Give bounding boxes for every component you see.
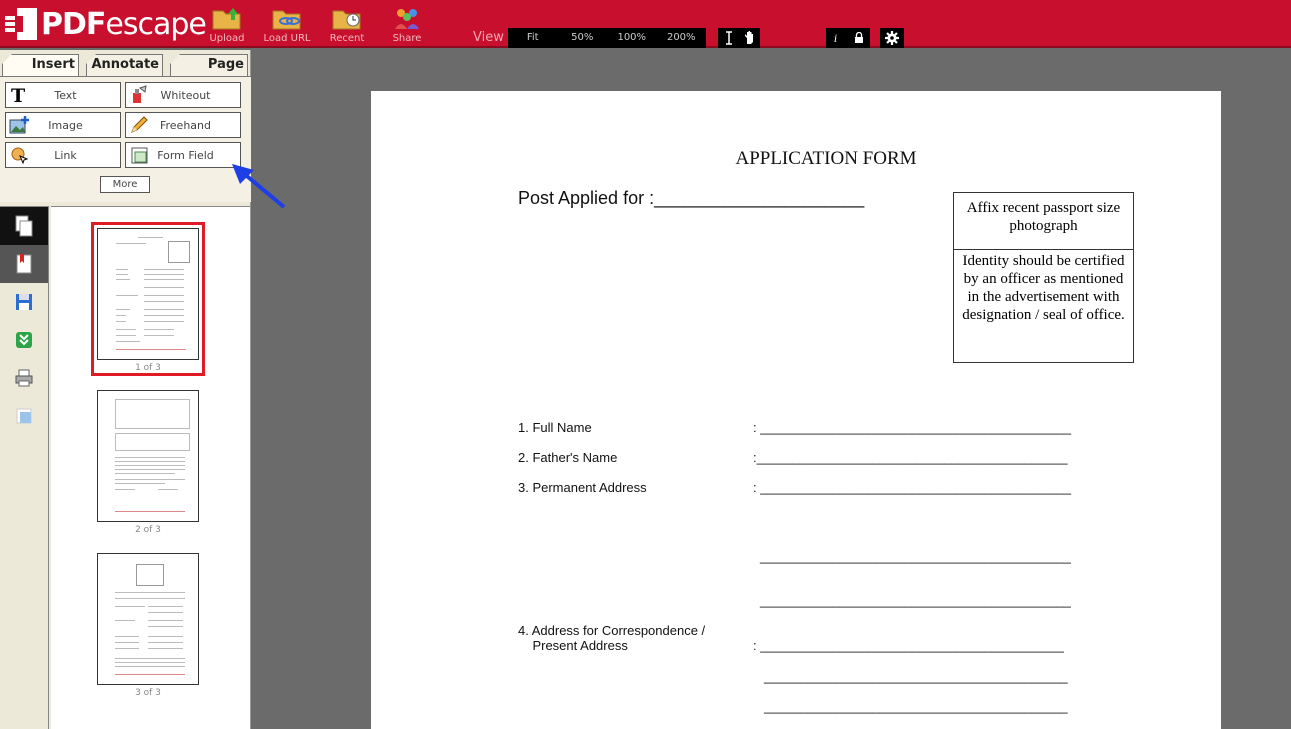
recent-button[interactable]: Recent xyxy=(317,5,377,44)
download-button[interactable] xyxy=(0,321,48,359)
form-field-icon xyxy=(127,143,151,167)
view-label: View xyxy=(473,30,504,45)
insert-tools: T Text Whiteout Image Freehand Link Form… xyxy=(0,76,251,202)
gear-icon xyxy=(885,31,899,45)
print-button[interactable] xyxy=(0,359,48,397)
info-button[interactable]: i xyxy=(826,28,848,48)
present-address-label: Present Address xyxy=(518,638,628,653)
fathers-name-label: 2. Father's Name xyxy=(518,450,618,465)
users-icon xyxy=(395,9,419,29)
upload-button[interactable]: Upload xyxy=(197,5,257,44)
pdf-page[interactable]: APPLICATION FORM Post Applied for :_____… xyxy=(371,91,1221,729)
whiteout-tool-button[interactable]: Whiteout xyxy=(125,82,241,108)
side-icon-strip xyxy=(0,206,49,729)
tab-annotate[interactable]: Annotate xyxy=(86,54,163,76)
tab-page[interactable]: Page xyxy=(170,54,248,76)
image-plus-icon xyxy=(7,113,31,137)
correspondence-address-line-3: ________________________________________… xyxy=(764,699,1068,714)
save-button[interactable] xyxy=(0,283,48,321)
full-name-label: 1. Full Name xyxy=(518,420,592,435)
text-select-tool[interactable] xyxy=(718,28,739,48)
thumbnail-label: 2 of 3 xyxy=(135,525,161,535)
identity-instruction: Identity should be certified by an offic… xyxy=(962,253,1125,323)
page-size-button[interactable] xyxy=(0,397,48,435)
cursor-tools xyxy=(718,28,760,48)
zoom-50-button[interactable]: 50% xyxy=(558,28,608,48)
full-name-line: : ______________________________________… xyxy=(753,420,1072,435)
hand-icon xyxy=(744,31,753,44)
text-t-icon: T xyxy=(7,83,31,107)
folder-clock-icon xyxy=(332,10,361,30)
top-toolbar: PDFescape Upload Load URL Recent Share V… xyxy=(0,0,1291,48)
post-applied-field: Post Applied for :_____________________ xyxy=(518,188,865,208)
thumbnail-label: 3 of 3 xyxy=(135,688,161,698)
photo-box: Affix recent passport size photograph Id… xyxy=(953,192,1134,363)
hand-tool[interactable] xyxy=(739,28,760,48)
thumbnail-image xyxy=(97,228,199,360)
pointer-arrow-icon xyxy=(232,164,286,209)
printer-icon xyxy=(15,369,33,387)
correspondence-address-label: 4. Address for Correspondence / xyxy=(518,623,706,638)
pages-icon xyxy=(15,215,33,237)
link-cursor-icon xyxy=(7,143,31,167)
permanent-address-line-3: ________________________________________… xyxy=(760,593,1071,608)
page-thumbnail-2[interactable]: 2 of 3 xyxy=(91,387,205,535)
download-arrows-icon xyxy=(16,332,32,348)
left-panel: Insert Annotate Page T Text Whiteout Ima… xyxy=(0,50,251,729)
zoom-200-button[interactable]: 200% xyxy=(657,28,707,48)
pages-view-button[interactable] xyxy=(0,207,48,245)
bookmarks-view-button[interactable] xyxy=(0,245,48,283)
text-tool-button[interactable]: T Text xyxy=(5,82,121,108)
page-thumbnail-1[interactable]: 1 of 3 xyxy=(91,222,205,376)
correspondence-address-line-1: : ______________________________________… xyxy=(753,638,1064,653)
zoom-controls: Fit 50% 100% 200% xyxy=(508,28,706,48)
folder-link-icon xyxy=(272,10,301,30)
form-field-tool-button[interactable]: Form Field xyxy=(125,142,241,168)
permanent-address-line-2: ________________________________________… xyxy=(760,549,1071,564)
pdfescape-logo[interactable]: PDFescape xyxy=(3,4,207,44)
document-title: APPLICATION FORM xyxy=(735,148,917,169)
svg-text:T: T xyxy=(11,85,25,105)
link-tool-button[interactable]: Link xyxy=(5,142,121,168)
more-tools-button[interactable]: More xyxy=(100,176,150,193)
whiteout-icon xyxy=(127,83,151,107)
floppy-disk-icon xyxy=(16,294,32,310)
correspondence-address-line-2: ________________________________________… xyxy=(764,669,1068,684)
text-cursor-icon xyxy=(725,31,732,45)
logo-mark-icon xyxy=(3,6,39,42)
folder-upload-icon xyxy=(212,8,241,30)
page-resize-icon xyxy=(16,408,32,424)
page-thumbnail-3[interactable]: 3 of 3 xyxy=(91,550,205,698)
pencil-icon xyxy=(127,113,151,137)
image-tool-button[interactable]: Image xyxy=(5,112,121,138)
tool-tabs: Insert Annotate Page xyxy=(0,54,251,76)
tab-insert[interactable]: Insert xyxy=(2,54,79,76)
thumbnail-image xyxy=(97,553,199,685)
lock-icon xyxy=(855,32,863,43)
lock-button[interactable] xyxy=(848,28,870,48)
zoom-100-button[interactable]: 100% xyxy=(607,28,657,48)
share-button[interactable]: Share xyxy=(377,5,437,44)
photo-instruction: Affix recent passport size photograph xyxy=(954,193,1133,250)
logo-text: PDFescape xyxy=(41,6,207,42)
svg-text:i: i xyxy=(834,34,837,44)
info-icon: i xyxy=(834,34,837,44)
fathers-name-line: :_______________________________________… xyxy=(753,450,1068,465)
bookmark-page-icon xyxy=(16,254,32,274)
load-url-button[interactable]: Load URL xyxy=(257,5,317,44)
thumbnail-image xyxy=(97,390,199,522)
thumbnail-label: 1 of 3 xyxy=(135,363,161,373)
permanent-address-label: 3. Permanent Address xyxy=(518,480,647,495)
settings-button[interactable] xyxy=(880,28,904,48)
permanent-address-line-1: : ______________________________________… xyxy=(753,480,1072,495)
info-lock-tools: i xyxy=(826,28,870,48)
freehand-tool-button[interactable]: Freehand xyxy=(125,112,241,138)
zoom-fit-button[interactable]: Fit xyxy=(508,28,558,48)
page-thumbnails: 1 of 3 2 of 3 3 of 3 xyxy=(51,206,250,729)
